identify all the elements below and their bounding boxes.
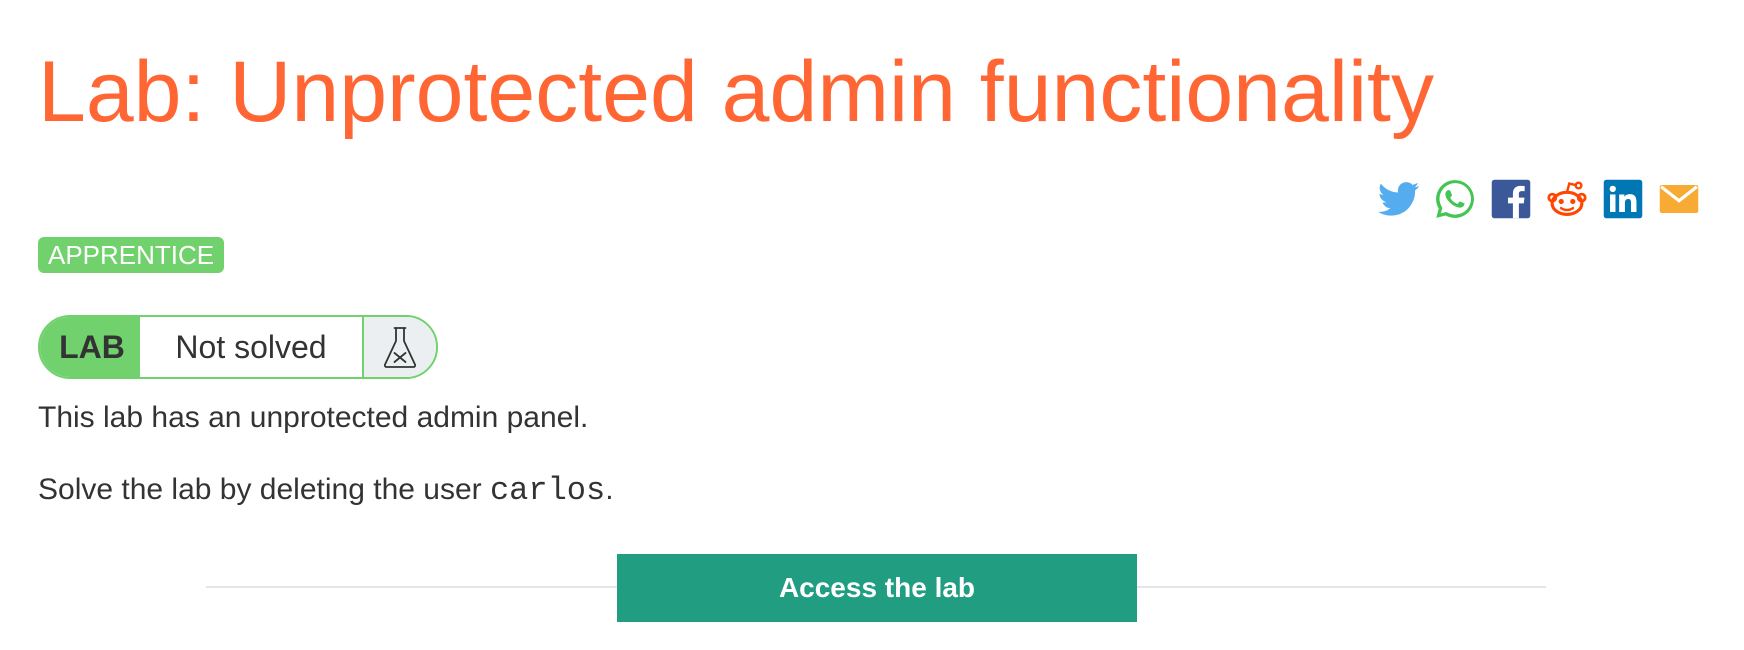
- target-username: carlos: [489, 472, 606, 509]
- twitter-icon: [1378, 182, 1420, 216]
- lab-description: This lab has an unprotected admin panel.: [38, 401, 589, 434]
- lab-status-icon-container: [364, 317, 436, 377]
- page-title: Lab: Unprotected admin functionality: [38, 44, 1434, 140]
- instructions-period: .: [605, 473, 614, 506]
- share-facebook-link[interactable]: [1490, 178, 1532, 220]
- whatsapp-icon: [1436, 180, 1474, 218]
- instructions-text: Solve the lab by deleting the user: [38, 473, 490, 506]
- reddit-icon: [1547, 181, 1587, 216]
- share-twitter-link[interactable]: [1378, 178, 1420, 220]
- lab-tag: LAB: [40, 317, 140, 377]
- flask-icon: [383, 327, 417, 368]
- lab-status-widget: LAB Not solved: [38, 315, 438, 379]
- lab-instructions: Solve the lab by deleting the user carlo…: [38, 470, 614, 511]
- facebook-icon: [1491, 179, 1531, 219]
- email-icon: [1659, 185, 1699, 213]
- linkedin-icon: [1603, 179, 1643, 219]
- share-bar: [1378, 177, 1700, 221]
- lab-status-text: Not solved: [140, 317, 364, 377]
- share-email-link[interactable]: [1658, 178, 1700, 220]
- share-whatsapp-link[interactable]: [1434, 178, 1476, 220]
- share-reddit-link[interactable]: [1546, 178, 1588, 220]
- share-linkedin-link[interactable]: [1602, 178, 1644, 220]
- access-lab-button[interactable]: Access the lab: [617, 554, 1137, 622]
- level-badge: APPRENTICE: [38, 237, 225, 273]
